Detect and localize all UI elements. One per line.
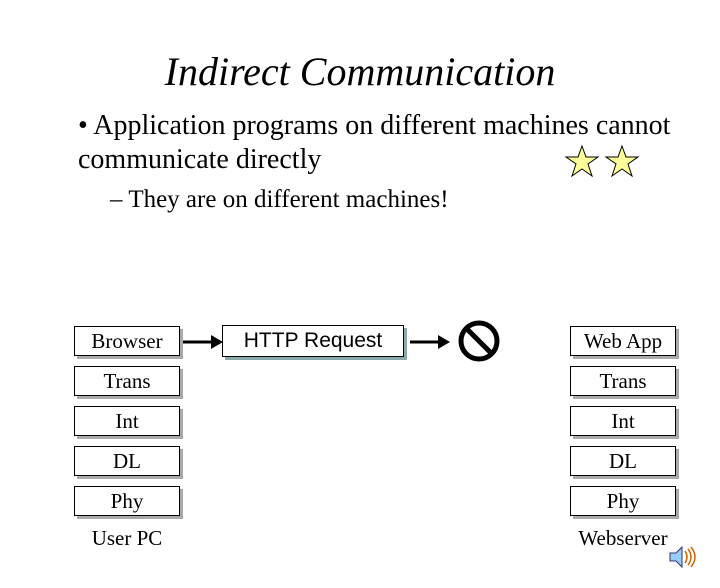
layer-box: Int xyxy=(74,406,180,436)
layer-box: Trans xyxy=(74,366,180,396)
layer-label: Browser xyxy=(74,326,180,356)
subbullet-item: They are on different machines! xyxy=(110,186,720,214)
request-box: HTTP Request xyxy=(222,325,404,357)
stack-label-right: Webserver xyxy=(570,526,676,551)
layer-box: Trans xyxy=(570,366,676,396)
layer-label: Phy xyxy=(570,486,676,516)
layer-box: Phy xyxy=(74,486,180,516)
layer-box: Int xyxy=(570,406,676,436)
left-stack: Browser Trans Int DL Phy User PC xyxy=(74,326,180,551)
layer-box: Web App xyxy=(570,326,676,356)
layer-box: Phy xyxy=(570,486,676,516)
star-icons xyxy=(564,144,644,182)
layer-label: Phy xyxy=(74,486,180,516)
layer-label: Trans xyxy=(74,366,180,396)
layer-label: Web App xyxy=(570,326,676,356)
arrow-left-icon xyxy=(183,332,223,352)
right-stack: Web App Trans Int DL Phy Webserver xyxy=(570,326,676,551)
layer-box: DL xyxy=(74,446,180,476)
layer-label: Int xyxy=(74,406,180,436)
layer-label: Trans xyxy=(570,366,676,396)
layer-box: DL xyxy=(570,446,676,476)
stack-label-left: User PC xyxy=(74,526,180,551)
slide-title: Indirect Communication xyxy=(0,48,720,95)
arrow-right-icon xyxy=(410,332,450,352)
layer-label: Int xyxy=(570,406,676,436)
layer-label: DL xyxy=(74,446,180,476)
speaker-icon xyxy=(668,544,698,570)
layer-label: DL xyxy=(570,446,676,476)
request-label: HTTP Request xyxy=(222,325,404,357)
prohibit-icon xyxy=(458,320,500,362)
layer-box: Browser xyxy=(74,326,180,356)
